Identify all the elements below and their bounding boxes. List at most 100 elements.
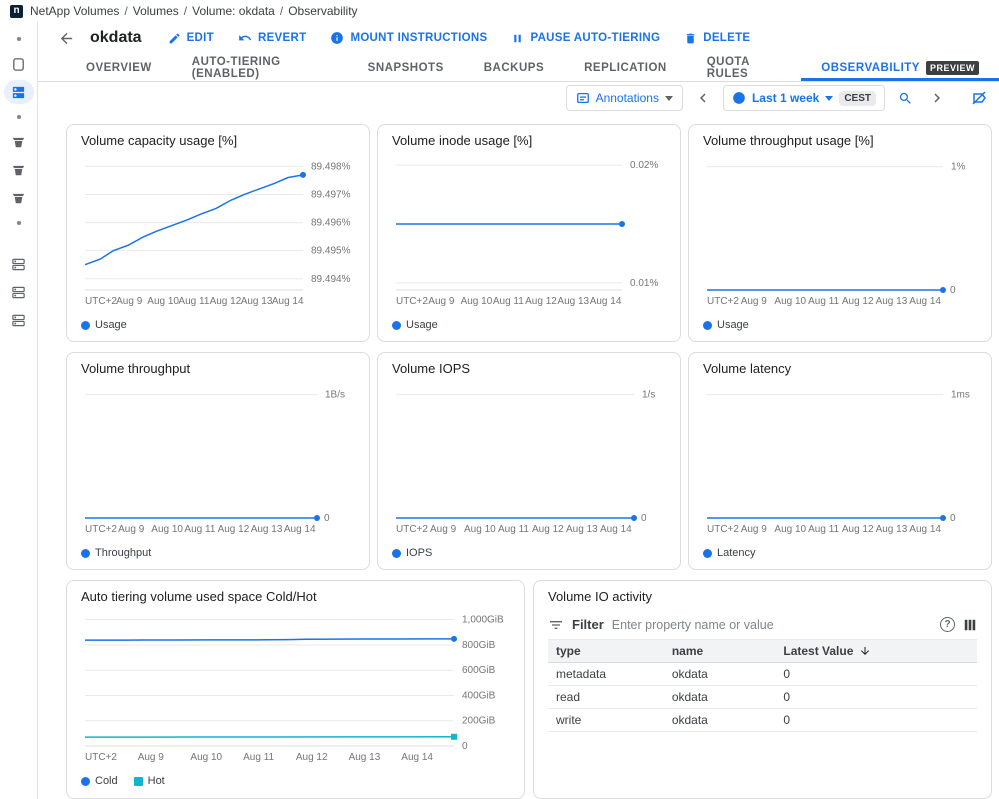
x-axis-tick-label: Aug 14 — [272, 296, 304, 307]
sidebar-item-server-1[interactable] — [4, 252, 34, 276]
chart-legend: Cold Hot — [81, 772, 510, 790]
back-button[interactable] — [52, 24, 80, 52]
x-axis-tick-label: Aug 10 — [151, 524, 183, 535]
breadcrumb-item-netapp-volumes[interactable]: NetApp Volumes — [30, 4, 119, 18]
annotations-button[interactable]: Annotations — [566, 85, 683, 111]
legend-marker-icon — [81, 321, 90, 330]
x-axis-tick-label: UTC+2 — [707, 524, 739, 535]
y-axis-tick-label: 89.494% — [311, 274, 351, 285]
filter-input[interactable] — [612, 618, 932, 632]
legend-label: Usage — [95, 319, 127, 331]
legend-item-throughput[interactable]: Throughput — [81, 547, 151, 559]
chart-legend: Throughput — [81, 544, 355, 562]
delete-label: DELETE — [703, 32, 750, 44]
y-axis-tick-label: 89.498% — [311, 161, 351, 172]
end-marker — [451, 734, 457, 740]
nav-dot-icon[interactable] — [17, 221, 21, 225]
x-axis-tick-label: Aug 10 — [147, 296, 179, 307]
rounded-square-icon — [11, 57, 26, 72]
column-settings-icon[interactable] — [963, 618, 977, 632]
netapp-logo-icon: n — [10, 5, 23, 18]
pause-auto-tiering-button[interactable]: PAUSE AUTO-TIERING — [511, 32, 660, 45]
x-axis-tick-label: UTC+2 — [85, 524, 117, 535]
tab-replication[interactable]: REPLICATION — [564, 54, 687, 81]
table-row-metadata[interactable]: metadata okdata 0 — [548, 663, 977, 686]
chart-plot: 1/sUTC+2Aug 9Aug 10Aug 11Aug 12Aug 13Aug… — [392, 378, 666, 542]
mount-instructions-label: MOUNT INSTRUCTIONS — [350, 32, 487, 44]
sidebar-item-bucket-3[interactable] — [4, 186, 34, 210]
legend-marker-icon — [703, 321, 712, 330]
x-axis-tick-label: Aug 9 — [118, 524, 145, 535]
chart-title: Volume throughput — [81, 361, 355, 376]
breadcrumb-item-observability: Observability — [288, 4, 357, 18]
legend-item-usage[interactable]: Usage — [392, 319, 438, 331]
tab-observability[interactable]: OBSERVABILITY PREVIEW — [801, 54, 999, 81]
tab-quota-rules[interactable]: QUOTA RULES — [687, 54, 802, 81]
tab-auto-tiering[interactable]: AUTO-TIERING (ENABLED) — [172, 54, 348, 81]
column-header-name[interactable]: name — [664, 640, 776, 663]
end-value-label: 0 — [950, 285, 956, 296]
delete-button[interactable]: DELETE — [684, 32, 750, 45]
toggle-annotations-button[interactable] — [967, 86, 991, 110]
legend-item-iops[interactable]: IOPS — [392, 547, 432, 559]
tab-overview[interactable]: OVERVIEW — [66, 54, 172, 81]
table-row-read[interactable]: read okdata 0 — [548, 686, 977, 709]
chart-plot: 1%UTC+2Aug 9Aug 10Aug 11Aug 12Aug 13Aug … — [703, 150, 977, 314]
nav-dot-icon[interactable] — [17, 115, 21, 119]
cell-latest-value: 0 — [775, 709, 977, 732]
legend-label: Hot — [148, 775, 165, 787]
x-axis-tick-label: Aug 14 — [401, 752, 433, 763]
cell-name: okdata — [664, 686, 776, 709]
time-range-label: Last 1 week — [752, 91, 819, 105]
time-range-button[interactable]: Last 1 week CEST — [723, 85, 885, 111]
legend-item-usage[interactable]: Usage — [703, 319, 749, 331]
sidebar-item-bucket-1[interactable] — [4, 130, 34, 154]
table-row-write[interactable]: write okdata 0 — [548, 709, 977, 732]
sidebar-item-server-2[interactable] — [4, 280, 34, 304]
help-icon[interactable]: ? — [940, 617, 955, 632]
mount-instructions-button[interactable]: MOUNT INSTRUCTIONS — [330, 31, 487, 45]
column-header-type[interactable]: type — [548, 640, 664, 663]
y-axis-tick-label: 600GiB — [462, 665, 496, 676]
time-forward-button[interactable] — [925, 86, 949, 110]
chart-title: Volume capacity usage [%] — [81, 133, 355, 148]
breadcrumb-item-volumes[interactable]: Volumes — [133, 4, 179, 18]
chart-title: Volume IOPS — [392, 361, 666, 376]
chart-title: Auto tiering volume used space Cold/Hot — [81, 589, 510, 604]
legend-item-latency[interactable]: Latency — [703, 547, 756, 559]
sidebar-item-volumes[interactable] — [4, 80, 34, 104]
legend-label: IOPS — [406, 547, 432, 559]
x-axis-tick-label: Aug 9 — [741, 296, 768, 307]
breadcrumb-item-volume-okdata[interactable]: Volume: okdata — [192, 4, 275, 18]
tab-snapshots[interactable]: SNAPSHOTS — [348, 54, 464, 81]
legend-item-cold[interactable]: Cold — [81, 775, 118, 787]
revert-button[interactable]: REVERT — [238, 31, 306, 45]
x-axis-tick-label: Aug 13 — [557, 296, 589, 307]
cell-name: okdata — [664, 663, 776, 686]
time-back-button[interactable] — [691, 86, 715, 110]
x-axis-tick-label: Aug 10 — [461, 296, 493, 307]
sidebar-item-app[interactable] — [4, 52, 34, 76]
page-header: okdata EDIT REVERT MOUNT INSTRUCTIONS PA… — [38, 22, 999, 54]
clock-icon — [732, 91, 746, 105]
chart-plot: 1B/sUTC+2Aug 9Aug 10Aug 11Aug 12Aug 13Au… — [81, 378, 355, 542]
zoom-time-button[interactable] — [893, 86, 917, 110]
legend-item-hot[interactable]: Hot — [134, 775, 165, 787]
cell-type: read — [548, 686, 664, 709]
edit-label: EDIT — [187, 32, 214, 44]
y-axis-tick-label: 0.02% — [630, 160, 658, 171]
nav-dot-icon[interactable] — [17, 37, 21, 41]
x-axis-tick-label: Aug 10 — [190, 752, 222, 763]
end-marker — [451, 636, 457, 642]
y-axis-tick-label: 200GiB — [462, 716, 496, 727]
legend-label: Usage — [406, 319, 438, 331]
edit-button[interactable]: EDIT — [168, 32, 214, 45]
server-icon — [11, 313, 26, 328]
sidebar-item-bucket-2[interactable] — [4, 158, 34, 182]
x-axis-tick-label: Aug 12 — [218, 524, 250, 535]
tab-backups[interactable]: BACKUPS — [464, 54, 564, 81]
sidebar-item-server-3[interactable] — [4, 308, 34, 332]
column-header-latest-value[interactable]: Latest Value — [775, 640, 977, 663]
legend-item-usage[interactable]: Usage — [81, 319, 127, 331]
page-title: okdata — [90, 29, 142, 47]
